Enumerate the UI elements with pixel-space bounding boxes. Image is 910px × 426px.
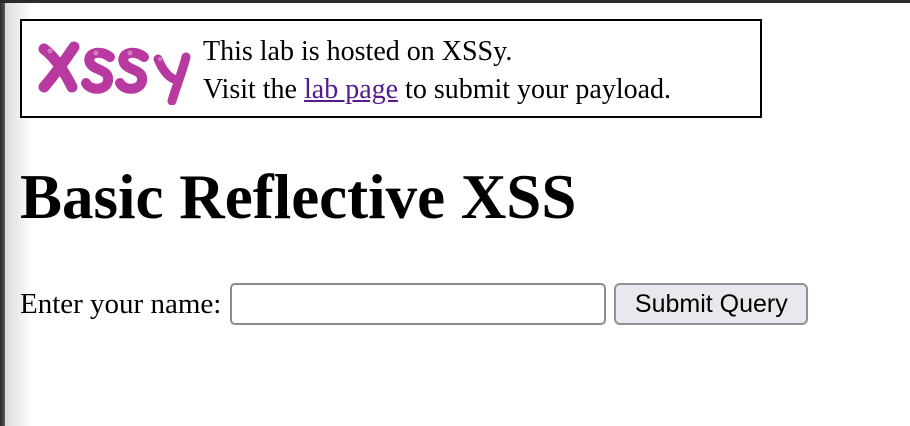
banner-line-1: This lab is hosted on XSSy. [203, 36, 513, 67]
banner-line-2: Visit the lab page to submit your payloa… [203, 71, 671, 109]
banner-line-2-prefix: Visit the [203, 74, 304, 105]
submit-query-button[interactable]: Submit Query [614, 283, 809, 325]
xssy-logo [38, 41, 191, 105]
page-title: Basic Reflective XSS [20, 162, 577, 232]
banner-line-2-suffix: to submit your payload. [398, 74, 672, 105]
name-form: Enter your name: Submit Query [20, 282, 809, 326]
page: This lab is hosted on XSSy. Visit the la… [0, 0, 910, 426]
lab-page-link[interactable]: lab page [304, 74, 398, 105]
lab-banner: This lab is hosted on XSSy. Visit the la… [20, 19, 762, 118]
window-edge [0, 0, 5, 426]
name-input[interactable] [230, 283, 607, 325]
banner-text: This lab is hosted on XSSy. Visit the la… [203, 33, 671, 109]
window-edge-top [0, 0, 910, 3]
name-label: Enter your name: [20, 288, 222, 320]
